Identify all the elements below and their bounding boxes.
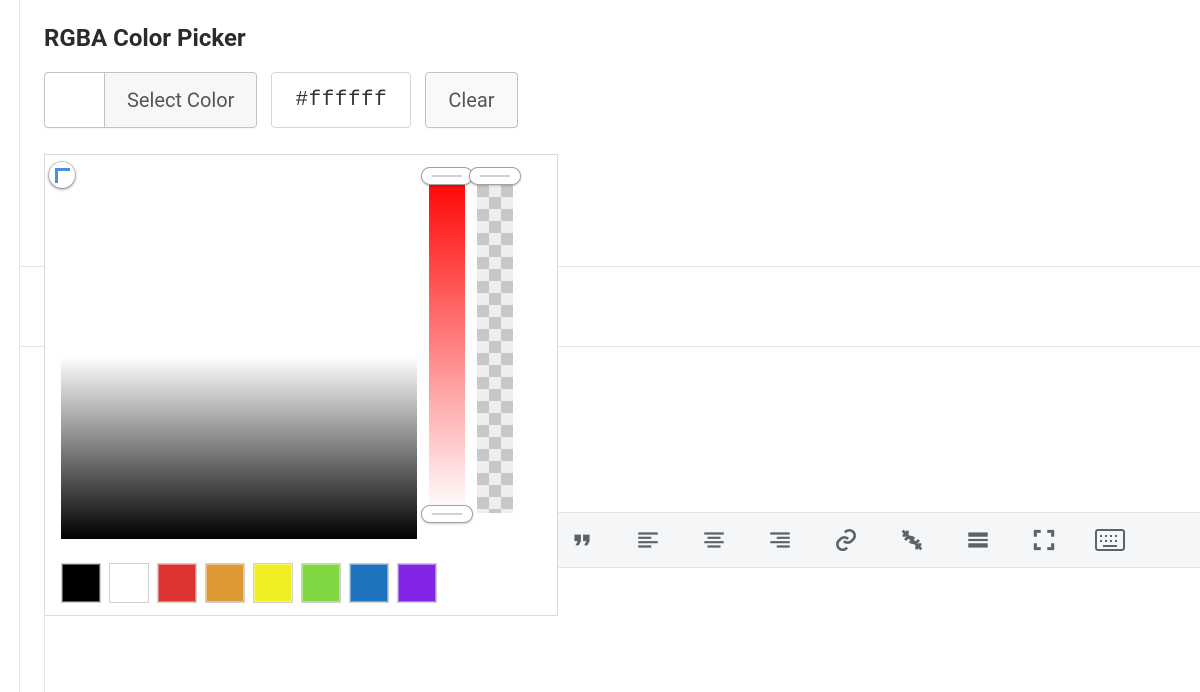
- hue-strip[interactable]: [429, 173, 465, 513]
- left-rail: [0, 0, 20, 692]
- preset-swatch[interactable]: [205, 563, 245, 603]
- select-color-group: Select Color: [44, 72, 257, 128]
- preset-swatch[interactable]: [109, 563, 149, 603]
- alpha-slider-knob[interactable]: [469, 167, 521, 185]
- clear-button[interactable]: Clear: [425, 72, 517, 128]
- align-center-icon[interactable]: [698, 524, 730, 556]
- alpha-strip[interactable]: [477, 173, 513, 513]
- read-more-icon[interactable]: [962, 524, 994, 556]
- field-container: RGBA Color Picker Select Color Clear: [44, 24, 1200, 142]
- preset-swatch[interactable]: [397, 563, 437, 603]
- editor-content-area[interactable]: [44, 610, 1200, 692]
- picker-body: [61, 173, 541, 547]
- keyboard-icon[interactable]: [1094, 524, 1126, 556]
- current-color-swatch[interactable]: [45, 73, 105, 127]
- unlink-icon[interactable]: [896, 524, 928, 556]
- editor-toolbar: [558, 512, 1200, 568]
- alpha-column: [477, 173, 513, 539]
- hex-input[interactable]: [271, 72, 411, 128]
- hue-column: [429, 173, 465, 539]
- select-color-button[interactable]: Select Color: [105, 73, 256, 127]
- hue-slider-knob-bottom[interactable]: [421, 505, 473, 523]
- hue-slider-knob[interactable]: [421, 167, 473, 185]
- saturation-value-area[interactable]: [61, 173, 417, 539]
- preset-swatch[interactable]: [301, 563, 341, 603]
- link-icon[interactable]: [830, 524, 862, 556]
- sv-cursor-icon[interactable]: [49, 162, 75, 188]
- blockquote-icon[interactable]: [566, 524, 598, 556]
- preset-swatch[interactable]: [61, 563, 101, 603]
- fullscreen-icon[interactable]: [1028, 524, 1060, 556]
- preset-swatch[interactable]: [157, 563, 197, 603]
- controls-row: Select Color Clear: [44, 72, 1200, 128]
- align-right-icon[interactable]: [764, 524, 796, 556]
- preset-swatch[interactable]: [349, 563, 389, 603]
- preset-swatch[interactable]: [253, 563, 293, 603]
- field-title: RGBA Color Picker: [44, 24, 1200, 52]
- preset-swatch-row: [61, 563, 541, 603]
- color-picker-panel: [44, 154, 558, 616]
- align-left-icon[interactable]: [632, 524, 664, 556]
